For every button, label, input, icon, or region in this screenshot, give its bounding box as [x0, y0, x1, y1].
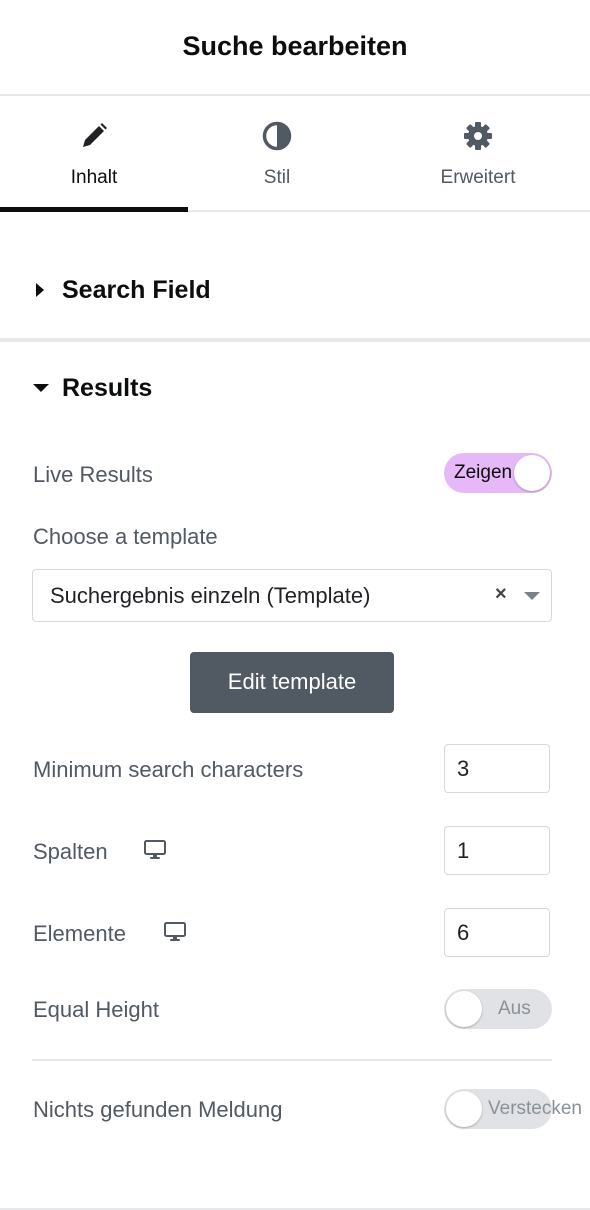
caret-right-icon: [36, 283, 44, 297]
tab-inhalt[interactable]: Inhalt: [0, 96, 188, 212]
section-search-field[interactable]: Search Field: [0, 268, 590, 312]
section-search-field-title: Search Field: [62, 276, 211, 304]
panel-header: Suche bearbeiten: [0, 0, 590, 96]
elements-label: Elemente: [33, 921, 126, 946]
divider: [32, 1059, 552, 1061]
tab-erweitert[interactable]: Erweitert: [366, 96, 590, 210]
desktop-icon[interactable]: [163, 921, 187, 943]
tab-bar: Inhalt Stil Erweitert: [0, 96, 590, 212]
section-results[interactable]: Results: [0, 366, 590, 410]
clear-selection-icon[interactable]: ×: [495, 583, 507, 606]
section-results-title: Results: [62, 374, 153, 402]
min-chars-label: Minimum search characters: [33, 757, 304, 782]
template-select[interactable]: Suchergebnis einzeln (Template) ×: [32, 569, 552, 622]
min-chars-input[interactable]: 3: [444, 744, 550, 793]
desktop-icon[interactable]: [143, 839, 167, 861]
equal-height-label: Equal Height: [33, 997, 159, 1022]
live-results-toggle-text: Zeigen: [454, 462, 513, 483]
contrast-icon: [262, 121, 292, 151]
pencil-icon: [83, 123, 107, 147]
nothing-found-label: Nichts gefunden Meldung: [33, 1097, 283, 1122]
equal-height-toggle-text: Aus: [498, 998, 531, 1019]
dropdown-arrow-icon[interactable]: [523, 591, 541, 601]
toggle-knob: [446, 1091, 482, 1127]
panel-title: Suche bearbeiten: [182, 30, 408, 61]
columns-input[interactable]: 1: [444, 826, 550, 875]
equal-height-toggle[interactable]: Aus: [444, 989, 552, 1029]
gear-icon: [464, 122, 492, 150]
nothing-found-toggle-text: Verstecken: [488, 1098, 582, 1119]
template-label: Choose a template: [33, 524, 218, 549]
tab-stil-label: Stil: [263, 167, 291, 188]
live-results-toggle[interactable]: Zeigen: [444, 453, 552, 493]
columns-label: Spalten: [33, 839, 108, 864]
template-select-value: Suchergebnis einzeln (Template): [50, 583, 371, 608]
toggle-knob: [514, 455, 550, 491]
tab-stil[interactable]: Stil: [188, 96, 366, 210]
tab-inhalt-label: Inhalt: [70, 167, 118, 188]
live-results-label: Live Results: [33, 462, 153, 487]
caret-down-icon: [33, 384, 49, 392]
toggle-knob: [446, 991, 482, 1027]
elements-input[interactable]: 6: [444, 908, 550, 957]
nothing-found-toggle[interactable]: Verstecken: [444, 1089, 582, 1129]
tab-erweitert-label: Erweitert: [440, 167, 516, 188]
edit-template-button[interactable]: Edit template: [190, 652, 394, 713]
section-separator: [0, 338, 590, 342]
